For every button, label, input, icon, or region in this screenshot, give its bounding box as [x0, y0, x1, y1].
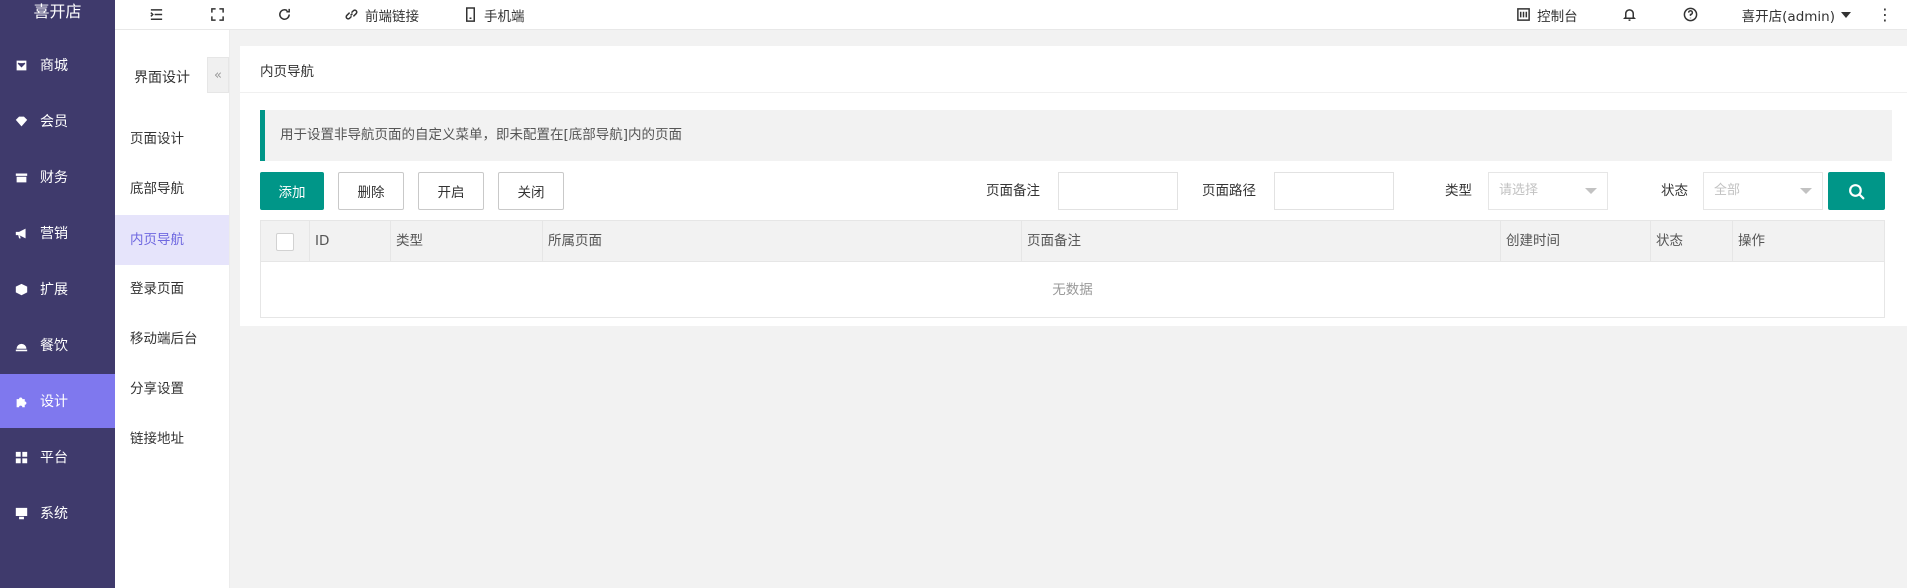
top-bar: 前端链接 手机端 控制台 喜开店(admin) ⋮ [115, 0, 1907, 30]
sub-sidebar-title: 界面设计 [134, 70, 190, 86]
page-title: 内页导航 [240, 46, 1907, 93]
link-icon [345, 9, 358, 20]
help-button[interactable] [1677, 2, 1704, 28]
sub-item-login-page[interactable]: 登录页面 [115, 264, 229, 314]
sidebar-item-system[interactable]: 系统 [0, 486, 115, 540]
search-button[interactable] [1828, 172, 1885, 210]
sidebar-item-member[interactable]: 会员 [0, 94, 115, 148]
page-path-input[interactable] [1274, 172, 1394, 210]
column-header-remark[interactable]: 页面备注 [1021, 221, 1500, 262]
column-header-id[interactable]: ID [309, 221, 390, 262]
help-icon [1683, 7, 1697, 22]
fullscreen-button[interactable] [204, 2, 231, 28]
sub-item-link-address[interactable]: 链接地址 [115, 414, 229, 464]
sidebar-item-label: 财务 [40, 170, 68, 186]
type-label: 类型 [1445, 183, 1472, 199]
column-header-status[interactable]: 状态 [1650, 221, 1732, 262]
status-select[interactable]: 全部 [1703, 172, 1823, 210]
cube-icon [14, 282, 28, 296]
more-button[interactable]: ⋮ [1871, 2, 1899, 28]
sidebar-item-label: 营销 [40, 226, 68, 242]
data-table: ID 类型 所属页面 页面备注 创建时间 状态 操作 无数据 [260, 220, 1885, 318]
column-header-created[interactable]: 创建时间 [1500, 221, 1650, 262]
empty-state: 无数据 [1052, 282, 1093, 298]
sidebar-item-finance[interactable]: 财务 [0, 150, 115, 204]
more-vertical-icon: ⋮ [1877, 4, 1893, 24]
system-icon [14, 506, 28, 520]
page-path-label: 页面路径 [1202, 183, 1256, 199]
member-icon [14, 114, 28, 128]
mobile-button[interactable]: 手机端 [457, 2, 531, 28]
close-button[interactable]: 关闭 [498, 172, 564, 210]
sidebar-item-label: 扩展 [40, 282, 68, 298]
page-remark-label: 页面备注 [986, 183, 1040, 199]
sub-item-bottom-nav[interactable]: 底部导航 [115, 164, 229, 214]
refresh-button[interactable] [271, 2, 298, 28]
main-panel: 内页导航 用于设置非导航页面的自定义菜单，即未配置在[底部导航]内的页面 添加 … [240, 46, 1907, 326]
console-icon [1517, 8, 1531, 21]
sidebar-item-label: 商城 [40, 58, 68, 74]
shop-icon [14, 58, 28, 72]
sidebar-item-label: 餐饮 [40, 338, 68, 354]
user-name: 喜开店(admin) [1741, 8, 1835, 25]
megaphone-icon [14, 226, 28, 240]
bell-icon [1622, 9, 1636, 21]
select-all-cell [261, 221, 309, 262]
grid-icon [14, 450, 28, 464]
type-select[interactable]: 请选择 [1488, 172, 1608, 210]
console-label: 控制台 [1537, 8, 1578, 25]
column-header-page[interactable]: 所属页面 [542, 221, 1021, 262]
menu-toggle-button[interactable] [143, 2, 170, 28]
mobile-label: 手机端 [484, 8, 525, 25]
frontend-link-button[interactable]: 前端链接 [338, 2, 425, 28]
delete-button[interactable]: 删除 [338, 172, 404, 210]
sidebar-item-label: 设计 [40, 394, 68, 410]
phone-icon [466, 7, 475, 22]
sidebar-item-food[interactable]: 餐饮 [0, 318, 115, 372]
frontend-link-label: 前端链接 [365, 8, 419, 25]
sidebar-item-extend[interactable]: 扩展 [0, 262, 115, 316]
caret-down-icon [1800, 188, 1812, 194]
column-header-type[interactable]: 类型 [390, 221, 542, 262]
sidebar-item-label: 会员 [40, 114, 68, 130]
sub-item-page-design[interactable]: 页面设计 [115, 114, 229, 164]
column-header-actions: 操作 [1732, 221, 1884, 262]
table-header: ID 类型 所属页面 页面备注 创建时间 状态 操作 [261, 221, 1884, 262]
info-tip: 用于设置非导航页面的自定义菜单，即未配置在[底部导航]内的页面 [260, 110, 1892, 161]
sub-item-share-settings[interactable]: 分享设置 [115, 364, 229, 414]
main-sidebar: 喜开店 商城 会员 财务 营销 扩展 餐饮 设计 平台 系统 [0, 0, 115, 588]
caret-down-icon [1841, 11, 1851, 18]
double-chevron-left-icon: « [214, 67, 222, 83]
menu-fold-icon [150, 9, 163, 20]
sidebar-item-label: 平台 [40, 450, 68, 466]
fullscreen-icon [211, 8, 224, 21]
app-logo[interactable]: 喜开店 [0, 0, 115, 26]
refresh-icon [279, 8, 290, 20]
sub-item-inner-nav[interactable]: 内页导航 [115, 215, 229, 265]
page-remark-input[interactable] [1058, 172, 1178, 210]
notification-button[interactable] [1616, 2, 1643, 28]
sidebar-item-shop[interactable]: 商城 [0, 38, 115, 92]
type-select-placeholder: 请选择 [1499, 183, 1539, 198]
finance-icon [14, 170, 28, 184]
puzzle-icon [14, 394, 28, 408]
sub-sidebar: 界面设计 « 页面设计 底部导航 内页导航 登录页面 移动端后台 分享设置 链接… [115, 30, 230, 588]
sidebar-item-label: 系统 [40, 506, 68, 522]
sub-item-mobile-admin[interactable]: 移动端后台 [115, 314, 229, 364]
status-label: 状态 [1661, 183, 1688, 199]
caret-down-icon [1585, 188, 1597, 194]
console-button[interactable]: 控制台 [1510, 2, 1584, 28]
sidebar-item-design[interactable]: 设计 [0, 374, 115, 428]
sidebar-item-platform[interactable]: 平台 [0, 430, 115, 484]
select-all-checkbox[interactable] [276, 233, 294, 251]
search-icon [1849, 183, 1865, 200]
collapse-sub-sidebar-button[interactable]: « [207, 57, 229, 93]
status-select-value: 全部 [1714, 183, 1741, 198]
sidebar-item-marketing[interactable]: 营销 [0, 206, 115, 260]
enable-button[interactable]: 开启 [418, 172, 484, 210]
food-icon [14, 338, 28, 352]
add-button[interactable]: 添加 [260, 172, 324, 210]
user-menu-button[interactable]: 喜开店(admin) [1736, 2, 1857, 28]
